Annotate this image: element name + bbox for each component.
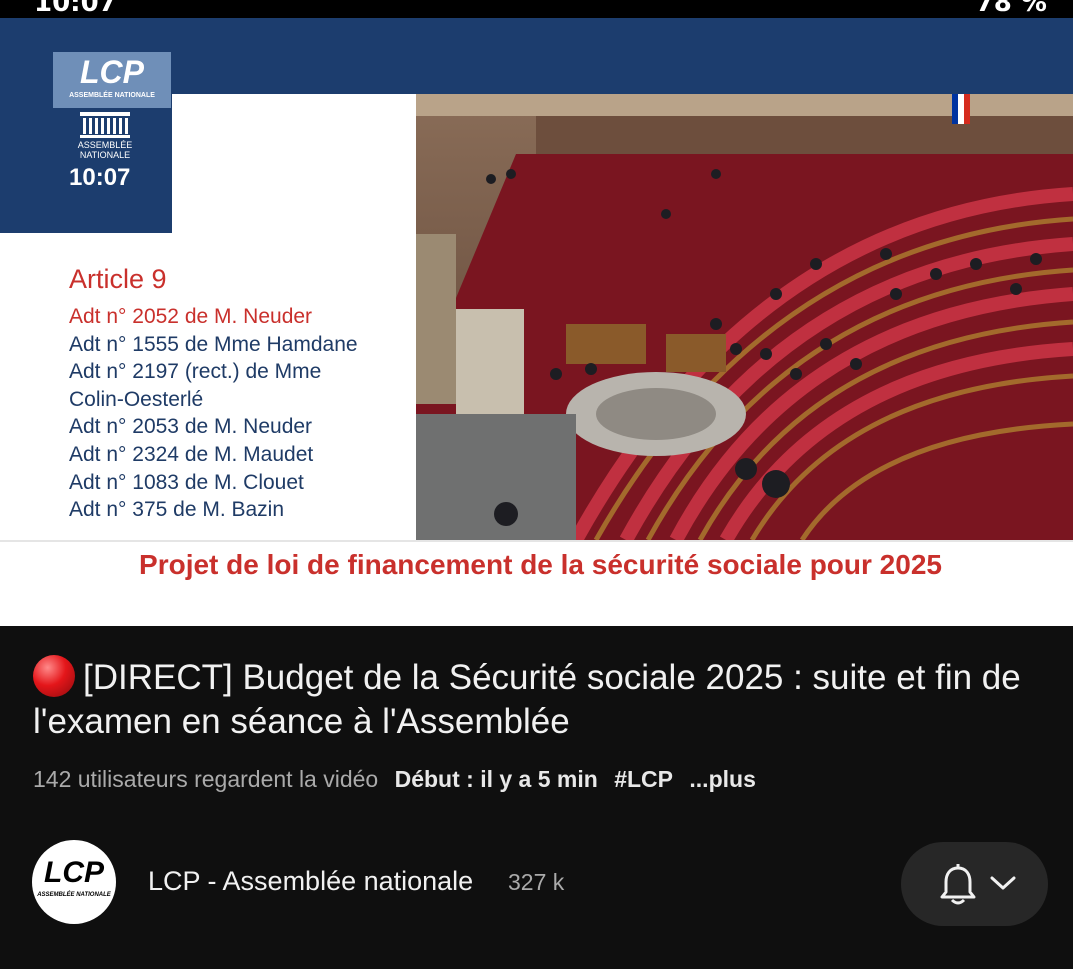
- video-meta[interactable]: 142 utilisateurs regardent la vidéo Débu…: [33, 766, 756, 793]
- amendment-item: Adt n° 375 de M. Bazin: [69, 498, 285, 522]
- assembly-building-icon: [80, 112, 130, 138]
- chevron-down-icon: [990, 876, 1016, 890]
- lcp-logo: LCP ASSEMBLÉE NATIONALE: [53, 52, 171, 108]
- video-title[interactable]: [DIRECT] Budget de la Sécurité sociale 2…: [33, 658, 1021, 741]
- viewer-count: 142 utilisateurs regardent la vidéo: [33, 766, 379, 792]
- amendment-item: Adt n° 1083 de M. Clouet: [69, 470, 304, 494]
- article-heading: Article 9: [69, 264, 167, 294]
- broadcast-clock: 10:07: [69, 164, 131, 191]
- status-time: 10:07: [34, 0, 117, 18]
- amendment-item: Adt n° 2197 (rect.) de Mme: [69, 360, 322, 384]
- start-time: Début : il y a 5 min: [394, 766, 598, 792]
- status-battery: 78 %: [975, 0, 1047, 18]
- channel-name[interactable]: LCP - Assemblée nationale: [148, 866, 473, 897]
- status-bar: 10:07 78 %: [0, 0, 1073, 18]
- video-player[interactable]: LCP ASSEMBLÉE NATIONALE ASSEMBLÉE NATION…: [0, 18, 1073, 626]
- video-title-block[interactable]: [DIRECT] Budget de la Sécurité sociale 2…: [33, 655, 1043, 744]
- more-button[interactable]: ...plus: [689, 766, 755, 792]
- channel-avatar[interactable]: LCP ASSEMBLÉE NATIONALE: [32, 840, 116, 924]
- bill-title: Projet de loi de financement de la sécur…: [139, 549, 942, 580]
- amendment-item: Adt n° 1555 de Mme Hamdane: [69, 332, 358, 356]
- lcp-logo-text: LCP: [80, 54, 144, 90]
- bell-icon: [940, 864, 976, 905]
- notification-subscribe-button[interactable]: [901, 842, 1048, 926]
- amendment-item: Colin-Oesterlé: [69, 387, 204, 411]
- amendment-item: Adt n° 2052 de M. Neuder: [69, 305, 313, 328]
- assembly-label: ASSEMBLÉE NATIONALE: [77, 140, 133, 160]
- amendment-item: Adt n° 2053 de M. Neuder: [69, 415, 313, 439]
- avatar-logo-text: LCP: [44, 856, 104, 889]
- lcp-logo-subtext: ASSEMBLÉE NATIONALE: [69, 92, 155, 99]
- amendment-list: Adt n° 2052 de M. Neuder Adt n° 1555 de …: [69, 303, 419, 524]
- next-section-edge: [0, 960, 1073, 969]
- avatar-logo-subtext: ASSEMBLÉE NATIONALE: [37, 892, 111, 898]
- assembly-chamber-image: [416, 94, 1073, 540]
- hashtag-link[interactable]: #LCP: [614, 766, 673, 792]
- live-dot-icon: [33, 655, 75, 697]
- subscriber-count: 327 k: [508, 869, 565, 895]
- amendment-item: Adt n° 2324 de M. Maudet: [69, 442, 314, 466]
